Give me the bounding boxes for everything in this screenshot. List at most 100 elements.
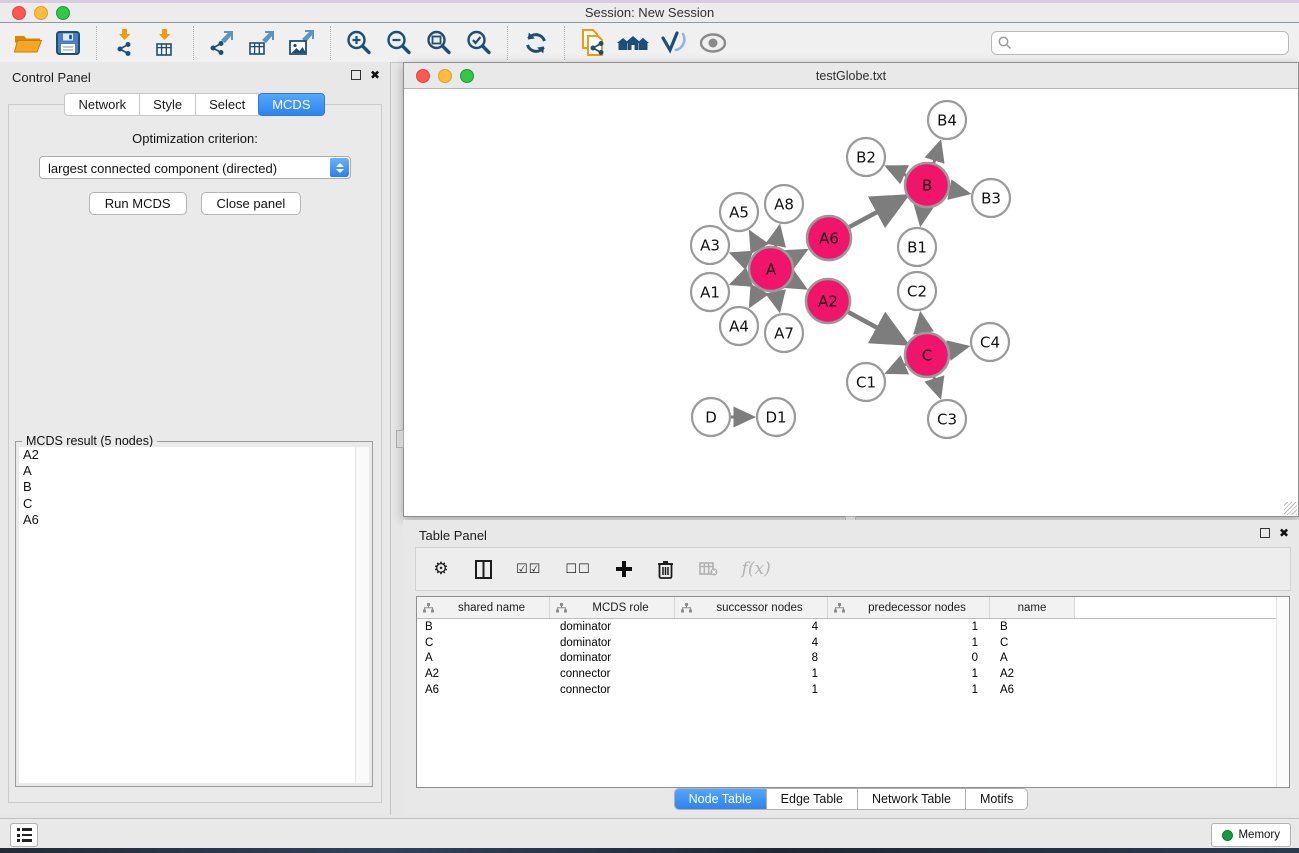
zoom-out-icon[interactable] xyxy=(379,26,419,60)
graph-edge-C-C1[interactable] xyxy=(887,364,906,372)
graph-node-A2[interactable]: A2 xyxy=(806,279,850,323)
tab-style[interactable]: Style xyxy=(139,93,196,116)
close-panel-icon[interactable]: ✖ xyxy=(370,70,380,80)
graph-node-A7[interactable]: A7 xyxy=(765,314,803,352)
cell-name[interactable]: A xyxy=(990,652,1075,664)
table-row[interactable]: A2connector11A2 xyxy=(417,666,1289,682)
graph-edge-A2-C[interactable] xyxy=(848,312,904,343)
show-columns-icon[interactable] xyxy=(474,560,492,579)
tab-node-table[interactable]: Node Table xyxy=(675,789,766,809)
cell-MCDS-role[interactable]: dominator xyxy=(550,637,675,649)
result-list-item[interactable]: A2 xyxy=(19,447,369,463)
column-header-name[interactable]: name xyxy=(990,597,1075,618)
cell-successor-nodes[interactable]: 1 xyxy=(675,668,828,680)
graph-node-A6[interactable]: A6 xyxy=(807,216,851,260)
cell-predecessor-nodes[interactable]: 1 xyxy=(828,668,990,680)
import-network-icon[interactable] xyxy=(105,26,145,60)
graph-node-C[interactable]: C xyxy=(905,333,949,377)
duplicate-network-icon[interactable] xyxy=(573,26,613,60)
graph-node-A4[interactable]: A4 xyxy=(720,307,758,345)
tab-network[interactable]: Network xyxy=(64,93,140,116)
table-options-gear-icon[interactable]: ⚙ xyxy=(432,559,450,579)
graph-node-D[interactable]: D xyxy=(692,398,730,436)
cell-name[interactable]: C xyxy=(990,637,1075,649)
cell-MCDS-role[interactable]: connector xyxy=(550,684,675,696)
graph-node-A1[interactable]: A1 xyxy=(691,273,729,311)
run-mcds-button[interactable]: Run MCDS xyxy=(89,192,187,215)
add-row-icon[interactable] xyxy=(615,560,633,578)
result-list-item[interactable]: A6 xyxy=(19,512,369,528)
graph-edge-B-B1[interactable] xyxy=(921,208,924,225)
graph-node-C2[interactable]: C2 xyxy=(898,272,936,310)
optimization-criterion-dropdown[interactable]: largest connected component (directed) xyxy=(39,156,351,179)
open-session-icon[interactable] xyxy=(8,26,48,60)
table-row[interactable]: A6connector11A6 xyxy=(417,682,1289,698)
tab-motifs[interactable]: Motifs xyxy=(965,789,1027,809)
cell-MCDS-role[interactable]: connector xyxy=(550,668,675,680)
graph-edge-B-B2[interactable] xyxy=(887,167,906,176)
graph-node-C1[interactable]: C1 xyxy=(847,363,885,401)
graph-edge-A-A1[interactable] xyxy=(732,277,750,284)
table-row[interactable]: Adominator80A xyxy=(417,651,1289,667)
graph-node-C3[interactable]: C3 xyxy=(928,400,966,438)
export-table-icon[interactable] xyxy=(242,26,282,60)
graph-node-B4[interactable]: B4 xyxy=(928,101,966,139)
graph-node-B3[interactable]: B3 xyxy=(972,179,1010,217)
graph-edge-A-A2[interactable] xyxy=(791,280,805,288)
graph-edge-A-A3[interactable] xyxy=(731,253,749,260)
graph-node-B2[interactable]: B2 xyxy=(847,138,885,176)
zoom-selected-icon[interactable] xyxy=(459,26,499,60)
import-table-icon[interactable] xyxy=(145,26,185,60)
cell-name[interactable]: A2 xyxy=(990,668,1075,680)
export-image-icon[interactable] xyxy=(282,26,322,60)
search-input[interactable] xyxy=(1012,33,1288,53)
resize-grip-icon[interactable] xyxy=(1284,502,1297,515)
table-scrollbar[interactable] xyxy=(1276,597,1289,787)
graph-node-B[interactable]: B xyxy=(905,163,949,207)
graph-node-B1[interactable]: B1 xyxy=(898,228,936,266)
graph-edge-B-B4[interactable] xyxy=(934,142,940,163)
column-header-successor-nodes[interactable]: successor nodes xyxy=(675,597,828,618)
network-window-titlebar[interactable]: testGlobe.txt xyxy=(404,63,1298,89)
graph-node-D1[interactable]: D1 xyxy=(757,398,795,436)
zoom-fit-icon[interactable] xyxy=(419,26,459,60)
float-panel-icon[interactable] xyxy=(351,70,361,80)
float-panel-icon[interactable] xyxy=(1260,528,1270,538)
cell-successor-nodes[interactable]: 4 xyxy=(675,621,828,633)
cell-predecessor-nodes[interactable]: 0 xyxy=(828,652,990,664)
birds-eye-view-icon[interactable] xyxy=(693,26,733,60)
cell-shared-name[interactable]: B xyxy=(417,621,550,633)
result-list-item[interactable]: B xyxy=(19,479,369,495)
graph-node-A8[interactable]: A8 xyxy=(765,185,803,223)
toggle-graphics-details-icon[interactable] xyxy=(653,26,693,60)
cell-predecessor-nodes[interactable]: 1 xyxy=(828,684,990,696)
cell-successor-nodes[interactable]: 1 xyxy=(675,684,828,696)
cell-predecessor-nodes[interactable]: 1 xyxy=(828,621,990,633)
result-scrollbar[interactable] xyxy=(355,447,369,783)
cell-shared-name[interactable]: A6 xyxy=(417,684,550,696)
save-session-icon[interactable] xyxy=(48,26,88,60)
delete-rows-icon[interactable] xyxy=(657,560,675,579)
export-network-icon[interactable] xyxy=(202,26,242,60)
split-divider-handle[interactable] xyxy=(396,430,404,448)
graph-node-A5[interactable]: A5 xyxy=(720,193,758,231)
column-header-predecessor-nodes[interactable]: predecessor nodes xyxy=(828,597,990,618)
refresh-icon[interactable] xyxy=(516,26,556,60)
select-all-rows-icon[interactable]: ☑☑ xyxy=(516,562,541,577)
graph-edge-A-A5[interactable] xyxy=(750,232,759,249)
column-header-MCDS-role[interactable]: MCDS role xyxy=(550,597,675,618)
deselect-all-rows-icon[interactable]: ☐☐ xyxy=(565,562,590,577)
task-history-button[interactable] xyxy=(10,823,38,847)
cell-MCDS-role[interactable]: dominator xyxy=(550,652,675,664)
graph-edge-A6-B[interactable] xyxy=(849,197,904,227)
tab-network-table[interactable]: Network Table xyxy=(857,789,965,809)
cell-shared-name[interactable]: C xyxy=(417,637,550,649)
tab-select[interactable]: Select xyxy=(195,93,259,116)
cell-shared-name[interactable]: A xyxy=(417,652,550,664)
search-box[interactable] xyxy=(991,31,1289,55)
graph-node-A[interactable]: A xyxy=(749,247,793,291)
close-panel-icon[interactable]: ✖ xyxy=(1279,528,1289,538)
tab-edge-table[interactable]: Edge Table xyxy=(766,789,857,809)
graph-edge-C-C3[interactable] xyxy=(934,377,940,397)
table-row[interactable]: Cdominator41C xyxy=(417,635,1289,651)
